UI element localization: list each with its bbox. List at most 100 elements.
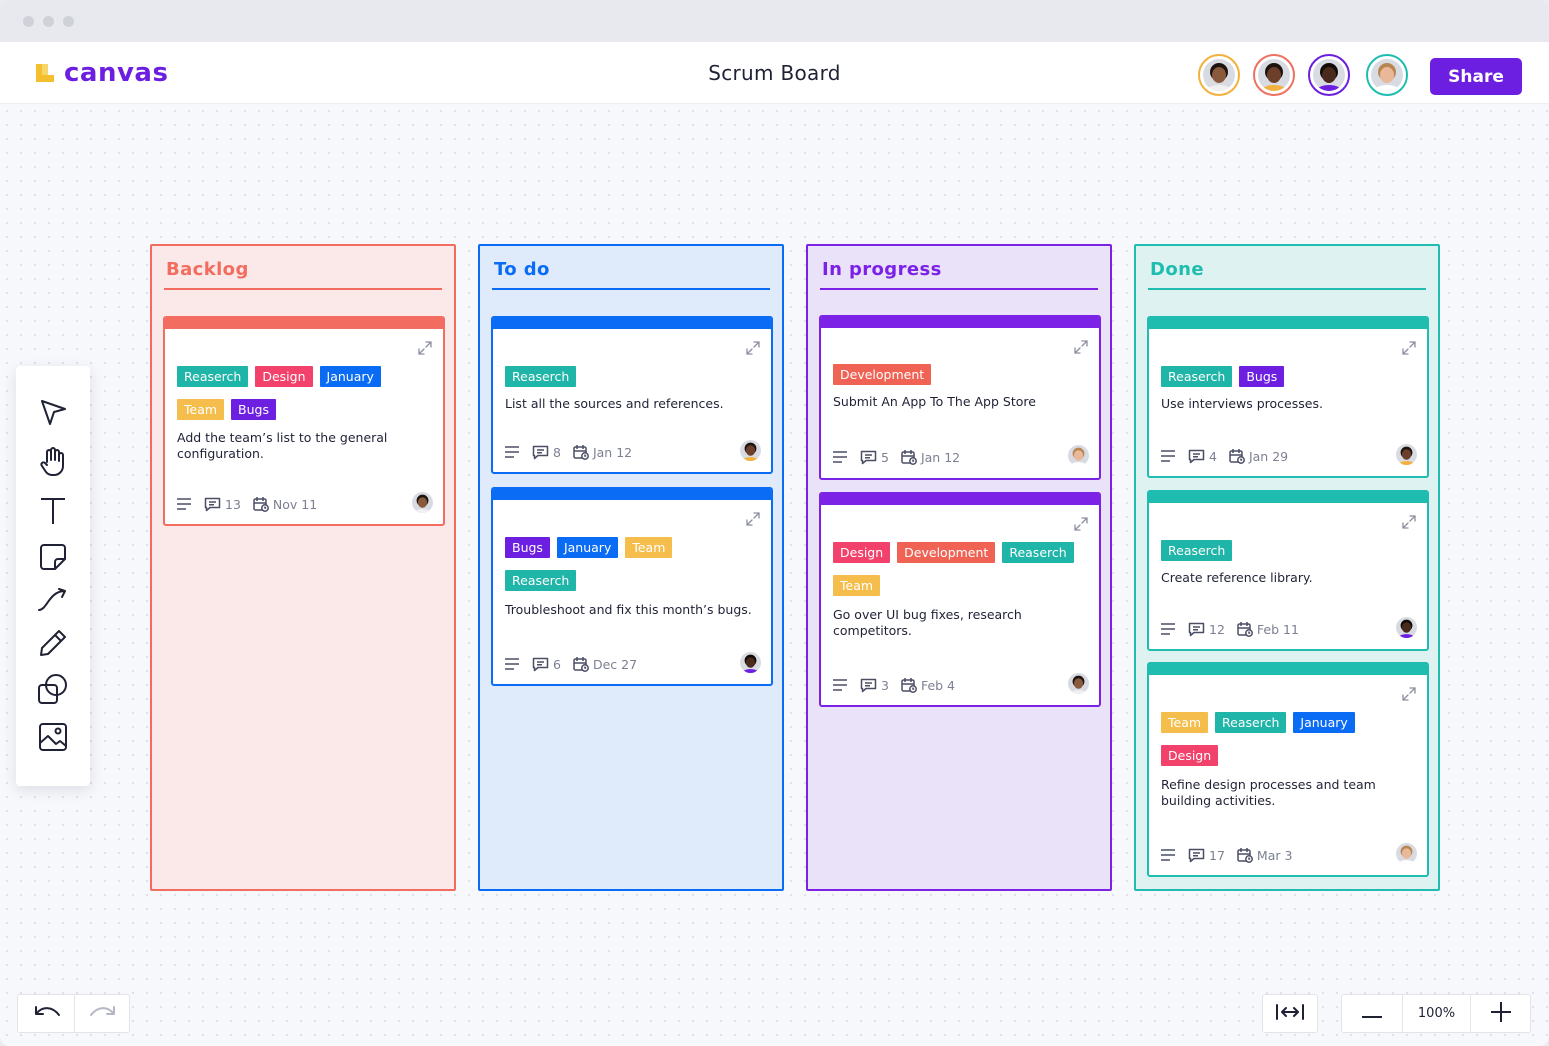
expand-icon[interactable] (1401, 340, 1417, 356)
comment-count: 12 (1209, 621, 1225, 637)
card-description: Troubleshoot and fix this month’s bugs. (505, 602, 752, 617)
expand-icon[interactable] (1401, 686, 1417, 702)
description-icon (504, 658, 520, 670)
window-dot-maximize[interactable] (63, 16, 74, 27)
description-icon (1160, 450, 1176, 462)
comment-icon (1188, 848, 1205, 863)
select-tool-icon[interactable] (37, 396, 69, 428)
sticky-note-tool-icon[interactable] (37, 541, 69, 573)
fit-to-screen-button[interactable] (1262, 994, 1318, 1033)
tag-label[interactable]: Reaserch (1215, 712, 1287, 733)
tag-label[interactable]: January (556, 537, 619, 558)
column-backlog: Backlog Reaserch Design January Team Bugs Add … (150, 244, 456, 891)
tag-label[interactable]: Development (833, 364, 932, 385)
task-card[interactable]: Development Submit An App To The App Stor… (819, 315, 1101, 480)
assignee-avatar[interactable] (1396, 843, 1417, 864)
expand-icon[interactable] (745, 340, 761, 356)
tag-label[interactable]: Reaserch (1161, 540, 1233, 561)
column-done: Done Reaserch Bugs Use interviews processes… (1134, 244, 1440, 891)
connector-tool-icon[interactable] (37, 584, 69, 616)
expand-icon[interactable] (745, 511, 761, 527)
card-color-bar (1149, 664, 1427, 675)
collaborator-avatar[interactable] (1366, 54, 1408, 96)
zoom-in-button[interactable] (1471, 995, 1531, 1032)
description-icon (176, 498, 192, 510)
shapes-tool-icon[interactable] (37, 673, 69, 705)
tag-row: Team Reaserch January (1161, 712, 1355, 733)
window-dot-close[interactable] (23, 16, 34, 27)
undo-icon[interactable] (32, 1003, 62, 1027)
tag-label[interactable]: Bugs (505, 537, 550, 558)
card-meta: 17 Mar 3 (1160, 847, 1292, 863)
assignee-avatar[interactable] (1396, 444, 1417, 465)
tag-label[interactable]: Reaserch (1002, 542, 1074, 563)
calendar-icon (253, 496, 269, 512)
description-icon (832, 451, 848, 463)
calendar-icon (1229, 448, 1245, 464)
column-title: Backlog (166, 259, 249, 280)
comment-icon (860, 678, 877, 693)
card-description: List all the sources and references. (505, 396, 724, 411)
expand-icon[interactable] (1401, 514, 1417, 530)
expand-icon[interactable] (417, 340, 433, 356)
expand-icon[interactable] (1073, 339, 1089, 355)
comment-count: 4 (1209, 448, 1217, 464)
comment-icon (532, 657, 549, 672)
tag-label[interactable]: Reaserch (505, 570, 577, 591)
task-card[interactable]: Team Reaserch January Design Refine design p… (1147, 662, 1429, 877)
tag-label[interactable]: Reaserch (505, 366, 577, 387)
assignee-avatar[interactable] (412, 492, 433, 513)
assignee-avatar[interactable] (740, 652, 761, 673)
tag-label[interactable]: Team (1161, 712, 1209, 733)
assignee-avatar[interactable] (740, 440, 761, 461)
task-card[interactable]: Bugs January Team Reaserch Troubleshoot and … (491, 487, 773, 686)
collaborator-avatar[interactable] (1198, 54, 1240, 96)
tag-label[interactable]: Bugs (231, 399, 276, 420)
window-dot-minimize[interactable] (43, 16, 54, 27)
tag-label[interactable]: Design (1161, 745, 1219, 766)
pen-tool-icon[interactable] (37, 627, 69, 659)
tag-label[interactable]: Team (177, 399, 225, 420)
task-card[interactable]: Reaserch Design January Team Bugs Add the tea… (163, 316, 445, 526)
tag-label[interactable]: Team (833, 575, 881, 596)
redo-icon[interactable] (88, 1003, 118, 1027)
text-tool-icon[interactable] (37, 495, 69, 527)
tag-label[interactable]: Reaserch (1161, 366, 1233, 387)
tag-label[interactable]: Design (255, 366, 313, 387)
assignee-avatar[interactable] (1396, 617, 1417, 638)
column-divider (820, 288, 1098, 290)
hand-tool-icon[interactable] (37, 446, 69, 478)
assignee-avatar[interactable] (1068, 445, 1089, 466)
task-card[interactable]: Reaserch Bugs Use interviews processes. 4 Ja… (1147, 316, 1429, 478)
card-color-bar (821, 494, 1099, 505)
card-color-bar (1149, 492, 1427, 503)
tag-row: Reaserch (505, 366, 577, 387)
share-button[interactable]: Share (1430, 58, 1522, 95)
minus-icon (1362, 1004, 1382, 1023)
undo-redo-group (17, 994, 130, 1033)
avatar-photo (1371, 59, 1403, 91)
comment-icon (1188, 622, 1205, 637)
image-tool-icon[interactable] (37, 721, 69, 753)
card-meta: 3 Feb 4 (832, 677, 955, 693)
tag-row: Reaserch (1161, 540, 1233, 561)
task-card[interactable]: Reaserch List all the sources and referen… (491, 316, 773, 474)
collaborator-avatar[interactable] (1308, 54, 1350, 96)
tag-label[interactable]: Bugs (1239, 366, 1285, 387)
tag-label[interactable]: Development (897, 542, 996, 563)
tag-label[interactable]: Team (625, 537, 673, 558)
card-description: Add the team’s list to the general confi… (177, 430, 388, 461)
expand-icon[interactable] (1073, 516, 1089, 532)
zoom-out-button[interactable] (1342, 995, 1402, 1032)
task-card[interactable]: Reaserch Create reference library. 12 Feb 1… (1147, 490, 1429, 651)
tag-label[interactable]: January (319, 366, 381, 387)
tag-label[interactable]: Reaserch (177, 366, 249, 387)
column-divider (164, 288, 442, 290)
assignee-avatar[interactable] (1068, 673, 1089, 694)
comment-count: 8 (553, 444, 561, 460)
tag-label[interactable]: January (1293, 712, 1355, 733)
task-card[interactable]: Design Development Reaserch Team Go over UI … (819, 492, 1101, 707)
calendar-icon (1237, 621, 1253, 637)
collaborator-avatar[interactable] (1253, 54, 1295, 96)
tag-label[interactable]: Design (833, 542, 891, 563)
